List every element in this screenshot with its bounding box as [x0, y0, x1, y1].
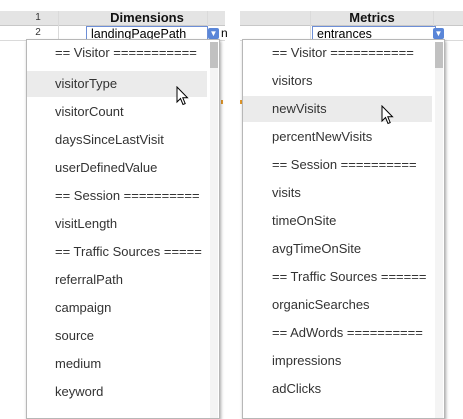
dropdown-option[interactable]: impressions [243, 348, 432, 374]
mouse-pointer-icon [176, 86, 189, 106]
scrollbar-thumb[interactable] [210, 42, 218, 68]
dimensions-column-header[interactable]: Dimensions [88, 11, 206, 25]
dropdown-scrollbar[interactable] [210, 42, 218, 418]
dropdown-option[interactable]: visitLength [27, 211, 207, 237]
dropdown-option[interactable]: referralPath [27, 267, 207, 293]
dropdown-option[interactable]: medium [27, 351, 207, 377]
dropdown-option[interactable]: userDefinedValue [27, 155, 207, 181]
mouse-pointer-icon [381, 105, 394, 125]
dropdown-option[interactable]: timeOnSite [243, 208, 432, 234]
dropdown-scrollbar[interactable] [435, 42, 443, 418]
dropdown-option[interactable]: visits [243, 180, 432, 206]
dropdown-option[interactable]: daysSinceLastVisit [27, 127, 207, 153]
row-number-1: 1 [35, 12, 41, 23]
dropdown-option[interactable]: == Traffic Sources ====== [243, 264, 432, 290]
dropdown-option-highlighted[interactable]: newVisits [243, 96, 432, 122]
metrics-dropdown-list[interactable]: == Visitor =========== visitors newVisit… [242, 39, 445, 419]
dropdown-option[interactable]: == Session ========== [27, 183, 207, 209]
dropdown-option[interactable]: source [27, 323, 207, 349]
dropdown-option[interactable]: == AdWords ========== [243, 320, 432, 346]
dropdown-option[interactable]: == Visitor =========== [243, 40, 432, 66]
row-number-2: 2 [35, 27, 41, 38]
cell-marker [221, 100, 223, 104]
cell-overflow-text: n [221, 26, 228, 40]
metrics-column-header[interactable]: Metrics [310, 11, 434, 25]
dropdown-option[interactable]: visitors [243, 68, 432, 94]
scrollbar-thumb[interactable] [435, 42, 443, 68]
dropdown-option[interactable]: percentNewVisits [243, 124, 432, 150]
dropdown-option[interactable]: == Session ========== [243, 152, 432, 178]
dropdown-option[interactable]: adClicks [243, 376, 432, 402]
dropdown-option[interactable]: campaign [27, 295, 207, 321]
chevron-down-icon[interactable]: ▼ [208, 28, 219, 39]
dropdown-option[interactable]: == Visitor =========== [27, 40, 207, 66]
dimensions-dropdown-list[interactable]: == Visitor =========== visitorType visit… [26, 39, 220, 419]
dropdown-option[interactable]: == Traffic Sources ===== [27, 239, 207, 265]
metric-cell-input[interactable]: entrances [312, 26, 436, 40]
dropdown-option[interactable]: organicSearches [243, 292, 432, 318]
chevron-down-icon[interactable]: ▼ [433, 28, 444, 39]
dropdown-option[interactable]: avgTimeOnSite [243, 236, 432, 262]
column-divider [58, 11, 59, 41]
dropdown-option[interactable]: keyword [27, 379, 207, 405]
dimension-cell-input[interactable]: landingPagePath [86, 26, 208, 40]
